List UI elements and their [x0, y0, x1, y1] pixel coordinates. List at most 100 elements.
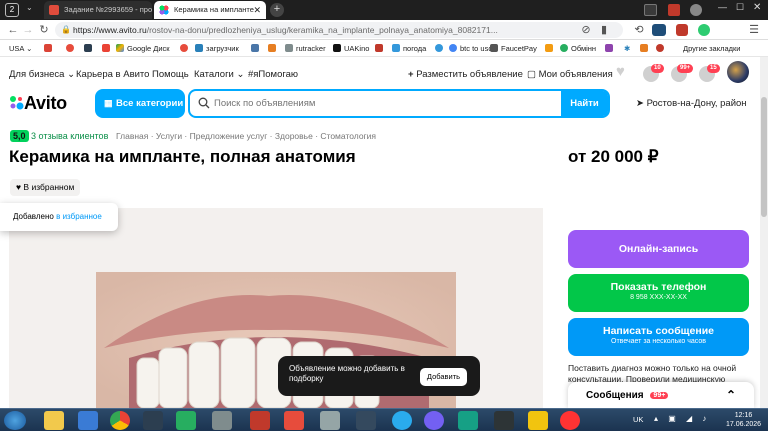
bookmark-icon-only[interactable]	[268, 40, 279, 57]
tray-icons[interactable]: ▴ ▣ ◢ ♪	[654, 414, 714, 426]
taskbar-yandex-browser-icon[interactable]	[560, 411, 580, 430]
close-tab-icon[interactable]: ✕	[253, 1, 261, 19]
breadcrumb-item[interactable]: Услуги	[156, 131, 182, 141]
avatar[interactable]	[727, 61, 749, 83]
ext-icon[interactable]	[698, 24, 710, 36]
nav-catalogs[interactable]: Каталоги ⌄	[194, 69, 244, 80]
breadcrumb-item[interactable]: Здоровье	[275, 131, 313, 141]
tab-active[interactable]: Керамика на импланте ✕	[154, 1, 266, 19]
taskbar-app-icon[interactable]	[458, 411, 478, 430]
bookmark-star-icon[interactable]: ✱	[624, 40, 630, 57]
bookmark-obmin[interactable]: Обмінн	[560, 40, 596, 57]
bookmark-zagruzchik[interactable]: загрузчик	[195, 40, 239, 57]
bookmark-icon-only[interactable]	[180, 40, 191, 57]
taskbar-telegram-icon[interactable]	[392, 411, 412, 430]
minimize-icon[interactable]: —	[718, 2, 727, 12]
google-drive-icon	[116, 44, 124, 52]
rating-reviews-link[interactable]: 3 отзыва клиентов	[31, 131, 108, 141]
bookmark-icon-only[interactable]	[435, 40, 446, 57]
taskbar-app-icon[interactable]	[250, 411, 270, 430]
ext-icon[interactable]	[652, 24, 666, 36]
avito-logo[interactable]: Avito	[9, 93, 67, 114]
bookmark-vk-icon[interactable]	[251, 40, 262, 57]
bookmark-icon-only[interactable]	[44, 40, 55, 57]
other-bookmarks[interactable]: Другие закладки	[683, 40, 740, 57]
breadcrumb-item[interactable]: Главная	[116, 131, 148, 141]
bookmark-gmail[interactable]	[102, 40, 113, 57]
all-categories-button[interactable]: ▦ Все категории	[95, 89, 185, 118]
close-window-icon[interactable]: ✕	[753, 2, 761, 13]
maximize-icon[interactable]: ☐	[736, 2, 744, 13]
chevron-up-icon[interactable]: ⌃	[726, 382, 736, 408]
taskbar-app-icon[interactable]	[494, 411, 514, 430]
add-button[interactable]: Добавить	[420, 368, 467, 386]
bookmark-icon-only[interactable]	[545, 40, 556, 57]
reload-icon[interactable]: ↻	[36, 22, 52, 38]
bookmark-google-drive[interactable]: Google Диск	[116, 40, 170, 57]
tab-inactive[interactable]: Задание №2993659 - про	[44, 1, 152, 19]
taskbar-app-icon[interactable]	[143, 411, 163, 430]
taskbar-app-icon[interactable]	[78, 411, 98, 430]
search-input[interactable]	[214, 91, 514, 116]
nav-for-business[interactable]: Для бизнеса ⌄	[9, 69, 75, 80]
breadcrumb-item[interactable]: Предложение услуг	[190, 131, 268, 141]
write-message-button[interactable]: Написать сообщение Отвечает за несколько…	[568, 318, 749, 356]
taskbar-app-icon[interactable]	[528, 411, 548, 430]
favorite-button[interactable]: ♥ В избранном	[10, 179, 81, 196]
taskbar-app-icon[interactable]	[320, 411, 340, 430]
taskbar-explorer-icon[interactable]	[44, 411, 64, 430]
breadcrumb-item[interactable]: Стоматология	[320, 131, 376, 141]
taskbar-chrome-icon[interactable]	[110, 411, 130, 430]
bookmark-icon-only[interactable]	[66, 40, 77, 57]
tab-list-chevron-icon[interactable]: ⌄	[26, 3, 33, 12]
taskbar-app-icon[interactable]	[356, 411, 376, 430]
post-ad-link[interactable]: + Разместить объявление	[408, 69, 523, 80]
bookmark-rutracker[interactable]: rutracker	[285, 40, 326, 57]
tray-icon[interactable]	[668, 4, 680, 16]
taskbar-app-icon[interactable]	[212, 411, 232, 430]
bookmark-uakino[interactable]: UAKino	[333, 40, 369, 57]
ext-icon[interactable]	[676, 24, 688, 36]
taskbar-app-icon[interactable]	[176, 411, 196, 430]
extension-icon[interactable]: ⊘	[578, 22, 594, 38]
bookmark-icon-only[interactable]	[656, 40, 667, 57]
language-indicator[interactable]: UK	[633, 415, 643, 424]
bookmark-faucetpay[interactable]: FaucetPay	[490, 40, 537, 57]
location-selector[interactable]: ➤ Ростов-на-Дону, район	[636, 98, 747, 109]
bookmark-usa[interactable]: USA ⌄	[9, 40, 32, 57]
nav-hashtag[interactable]: #яПомогаю	[248, 69, 298, 80]
forward-arrow-icon[interactable]: →	[20, 22, 36, 38]
menu-icon[interactable]: ☰	[746, 22, 762, 38]
bookmark-icon[interactable]: ▮	[596, 22, 612, 38]
bookmark-btc[interactable]: btc to usd	[449, 40, 493, 57]
bookmark-icon-only[interactable]	[375, 40, 386, 57]
favorites-link[interactable]: в избранное	[56, 212, 102, 221]
back-arrow-icon[interactable]: ←	[5, 22, 21, 38]
tray-icon[interactable]	[644, 4, 657, 16]
bookmark-icon-only[interactable]	[605, 40, 616, 57]
messages-panel[interactable]: Сообщения 99+ ⌃	[568, 382, 754, 408]
scrollbar-thumb[interactable]	[761, 97, 767, 217]
url-field[interactable]: 🔒 https://www.avito.ru/rostov-na-donu/pr…	[55, 22, 623, 38]
taskbar-app-icon[interactable]	[284, 411, 304, 430]
nav-career[interactable]: Карьера в Авито	[76, 69, 149, 80]
tray-icon[interactable]	[690, 4, 702, 16]
find-button[interactable]: Найти	[561, 91, 608, 116]
nav-help[interactable]: Помощь	[152, 69, 189, 80]
bookmark-icon-only[interactable]	[640, 40, 651, 57]
bookmark-pogoda[interactable]: погода	[392, 40, 426, 57]
online-booking-button[interactable]: Онлайн-запись	[568, 230, 749, 268]
start-button[interactable]	[4, 411, 26, 430]
my-ads-link[interactable]: ▢ Мои объявления	[527, 69, 613, 80]
phone-masked: 8 958 XXX-XX-XX	[630, 294, 687, 301]
scrollbar[interactable]	[760, 57, 768, 408]
history-icon[interactable]: ⟲	[631, 22, 647, 38]
new-tab-button[interactable]: +	[270, 3, 284, 17]
show-phone-button[interactable]: Показать телефон 8 958 XXX-XX-XX	[568, 274, 749, 312]
system-clock[interactable]: 12:16 17.06.2026	[726, 411, 761, 429]
rating[interactable]: 5,0 3 отзыва клиентов	[10, 130, 108, 142]
favorites-heart-icon[interactable]: ♥	[616, 63, 625, 80]
taskbar-viber-icon[interactable]	[424, 411, 444, 430]
bookmark-icon-only[interactable]	[84, 40, 95, 57]
tab-counter[interactable]: 2	[5, 3, 19, 17]
